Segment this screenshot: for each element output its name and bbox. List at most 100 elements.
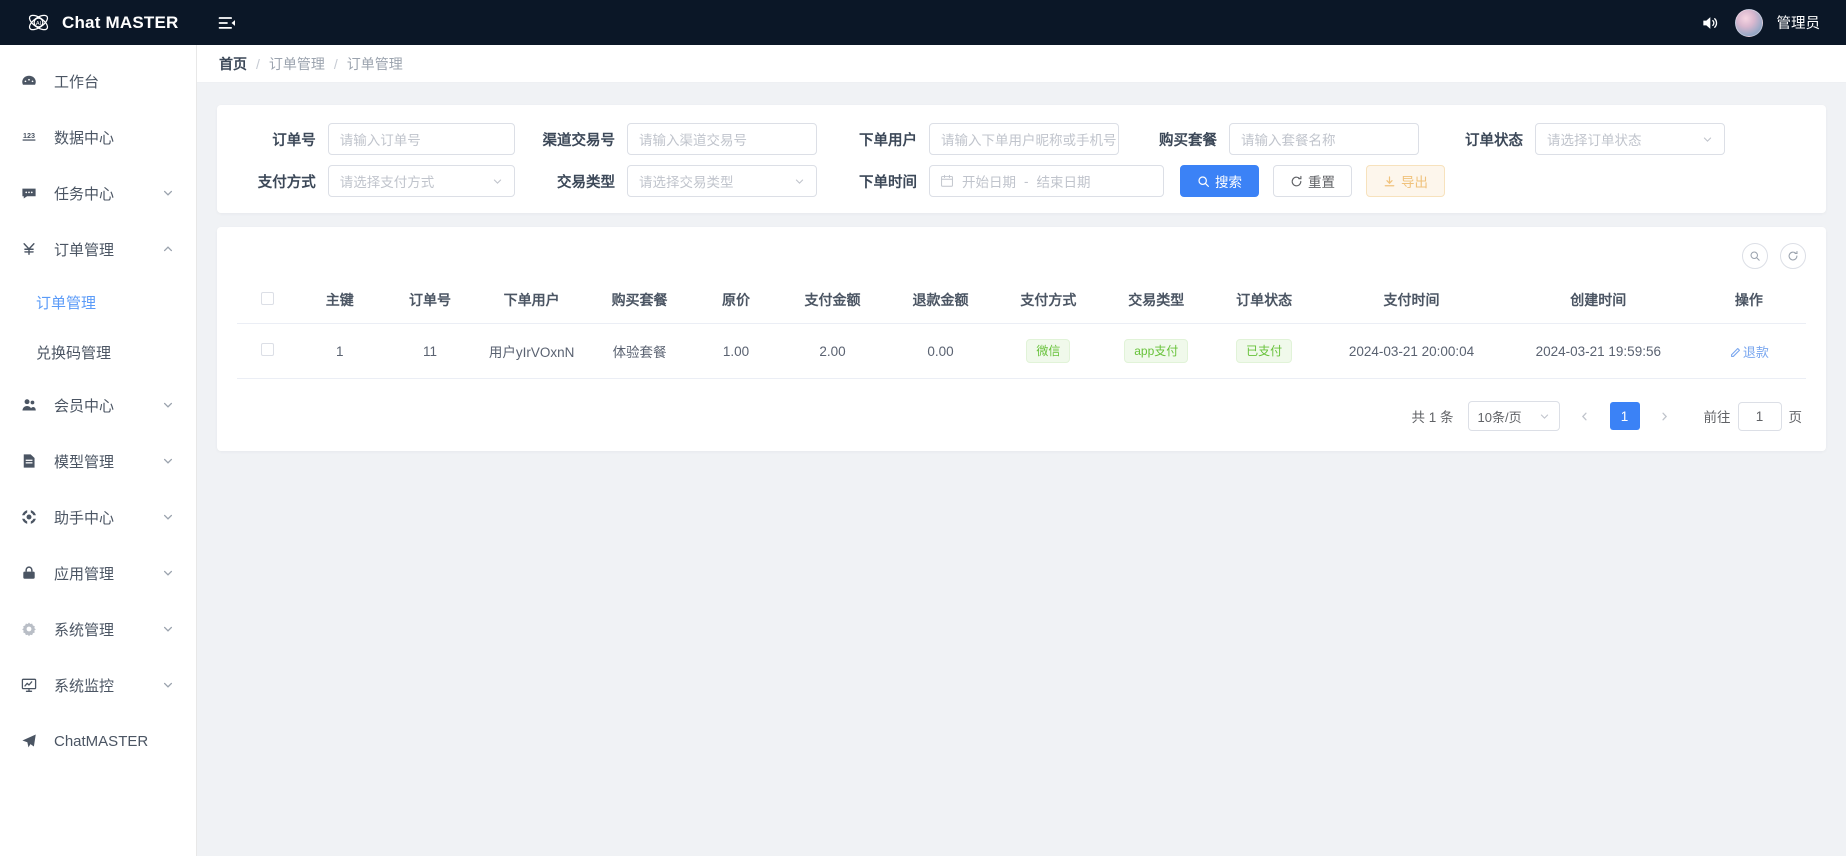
cell-action: 退款 [1691, 323, 1806, 379]
cell-user: 用户yIrVOxnN [477, 323, 586, 379]
sidebar-item-order-management[interactable]: 订单管理 [0, 221, 196, 277]
jump-prefix-label: 前往 [1703, 410, 1731, 425]
input-placeholder: 请输入下单用户昵称或手机号 [941, 133, 1117, 148]
sidebar-item-label: 系统管理 [54, 621, 115, 639]
sidebar-item-assistant-center[interactable]: 助手中心 [0, 489, 196, 545]
edit-icon [1729, 347, 1741, 359]
sidebar-item-chatmaster[interactable]: ChatMASTER [0, 713, 196, 769]
app-header: AI Chat MASTER 管理员 [0, 0, 1846, 45]
sidebar-item-label: 工作台 [54, 73, 100, 91]
sidebar-item-system-management[interactable]: 系统管理 [0, 601, 196, 657]
export-button[interactable]: 导出 [1366, 165, 1445, 197]
chevron-down-icon [162, 679, 174, 691]
next-page-button[interactable] [1650, 402, 1680, 430]
search-button[interactable]: 搜索 [1180, 165, 1259, 197]
table-header: 主键 订单号 下单用户 购买套餐 原价 支付金额 退款金额 支付方式 交易类型 … [237, 277, 1806, 324]
sound-on-icon[interactable] [1699, 12, 1721, 34]
daterange-end-placeholder: 结束日期 [1036, 175, 1091, 190]
order-user-input[interactable]: 请输入下单用户昵称或手机号 [929, 123, 1119, 155]
row-checkbox[interactable] [260, 343, 274, 356]
field-order-status: 订单状态 请选择订单状态 [1455, 123, 1725, 155]
chevron-down-icon [1539, 411, 1550, 422]
order-time-daterange[interactable]: 开始日期 - 结束日期 [929, 165, 1164, 197]
cell-refund-amount: 0.00 [886, 323, 995, 379]
cell-package: 体验套餐 [585, 323, 694, 379]
prev-page-button[interactable] [1570, 402, 1600, 430]
sidebar-item-model-management[interactable]: 模型管理 [0, 433, 196, 489]
field-label: 渠道交易号 [542, 132, 616, 149]
calendar-icon [940, 174, 954, 188]
daterange-separator: - [1024, 173, 1029, 189]
filter-row-1: 订单号 请输入订单号 渠道交易号 请输入渠道交易号 下单用户 请输入下单用户昵称… [237, 123, 1806, 155]
reset-button[interactable]: 重置 [1273, 165, 1352, 197]
sidebar-item-task-center[interactable]: 任务中心 [0, 165, 196, 221]
sidebar-item-label: 系统监控 [54, 677, 115, 695]
sidebar-item-data-center[interactable]: 123 数据中心 [0, 109, 196, 165]
username-label[interactable]: 管理员 [1777, 12, 1821, 33]
cell-id: 1 [297, 323, 383, 379]
column-header-id: 主键 [297, 277, 383, 324]
sidebar-item-label: 应用管理 [54, 565, 115, 583]
refund-action-button[interactable]: 退款 [1729, 345, 1769, 360]
order-status-select[interactable]: 请选择订单状态 [1535, 123, 1725, 155]
sidebar-subitem-redeem-code[interactable]: 兑换码管理 [0, 327, 196, 377]
menu-collapse-icon[interactable] [214, 10, 240, 36]
refresh-icon [1290, 175, 1303, 188]
trade-type-select[interactable]: 请选择交易类型 [627, 165, 817, 197]
cell-original-price: 1.00 [693, 323, 779, 379]
chevron-down-icon [1702, 134, 1713, 145]
sidebar-subitem-label: 订单管理 [36, 294, 97, 312]
refresh-circle-icon[interactable] [1780, 243, 1806, 269]
cell-order-no: 11 [382, 323, 478, 379]
field-channel-trade-no: 渠道交易号 请输入渠道交易号 [535, 123, 827, 155]
table-row[interactable]: 1 11 用户yIrVOxnN 体验套餐 1.00 2.00 0.00 微信 a… [237, 323, 1806, 379]
page-jumper: 前往 1 页 [1703, 401, 1802, 431]
logo-area[interactable]: AI Chat MASTER [0, 10, 197, 35]
pagination: 共 1 条 10条/页 1 前往 1 页 [237, 379, 1806, 437]
select-all-checkbox[interactable] [260, 292, 274, 305]
user-group-icon [19, 395, 39, 415]
page-number-1[interactable]: 1 [1609, 402, 1640, 430]
order-no-input[interactable]: 请输入订单号 [327, 123, 515, 155]
search-circle-icon[interactable] [1742, 243, 1768, 269]
column-header-create-time: 创建时间 [1504, 277, 1692, 324]
compass-icon [19, 507, 39, 527]
sidebar-subitem-order-management[interactable]: 订单管理 [0, 277, 196, 327]
channel-trade-no-input[interactable]: 请输入渠道交易号 [627, 123, 817, 155]
search-button-label: 搜索 [1215, 175, 1242, 190]
field-label: 支付方式 [257, 174, 316, 191]
main-region: 首页 / 订单管理 / 订单管理 订单号 请输入订单号 渠道交易号 请输入渠道交… [197, 45, 1846, 856]
column-header-order-status: 订单状态 [1210, 277, 1319, 324]
field-order-time: 下单时间 开始日期 - 结束日期 [849, 165, 1164, 197]
column-header-action: 操作 [1691, 277, 1806, 324]
dashboard-icon [19, 71, 39, 91]
select-placeholder: 请选择支付方式 [339, 175, 435, 190]
sidebar-item-label: ChatMASTER [54, 732, 149, 750]
chevron-down-icon [492, 176, 503, 187]
jump-page-input[interactable]: 1 [1737, 401, 1782, 431]
field-label: 订单号 [272, 132, 316, 149]
input-placeholder: 请输入渠道交易号 [639, 133, 747, 148]
sidebar-nav: 工作台 123 数据中心 任务中心 订单管理 订单管理 兑换码管理 会员中心 模… [0, 45, 197, 856]
lock-icon [19, 563, 39, 583]
pay-method-select[interactable]: 请选择支付方式 [327, 165, 515, 197]
input-placeholder: 请输入套餐名称 [1241, 133, 1336, 148]
field-package: 购买套餐 请输入套餐名称 [1149, 123, 1437, 155]
column-header-paid-amount: 支付金额 [778, 277, 887, 324]
package-input[interactable]: 请输入套餐名称 [1229, 123, 1419, 155]
breadcrumb-level2: 订单管理 [346, 55, 403, 72]
chevron-down-icon [162, 399, 174, 411]
page-size-select[interactable]: 10条/页 [1467, 401, 1560, 431]
monitor-chart-icon [19, 675, 39, 695]
breadcrumb-home[interactable]: 首页 [219, 54, 247, 74]
breadcrumb-level1[interactable]: 订单管理 [269, 54, 325, 74]
sidebar-subitem-label: 兑换码管理 [36, 344, 112, 362]
table-body: 1 11 用户yIrVOxnN 体验套餐 1.00 2.00 0.00 微信 a… [237, 323, 1806, 379]
sidebar-item-app-management[interactable]: 应用管理 [0, 545, 196, 601]
chevron-down-icon [162, 455, 174, 467]
user-avatar[interactable] [1734, 8, 1763, 37]
breadcrumb-separator: / [333, 55, 338, 72]
sidebar-item-member-center[interactable]: 会员中心 [0, 377, 196, 433]
sidebar-item-workbench[interactable]: 工作台 [0, 53, 196, 109]
sidebar-item-system-monitor[interactable]: 系统监控 [0, 657, 196, 713]
